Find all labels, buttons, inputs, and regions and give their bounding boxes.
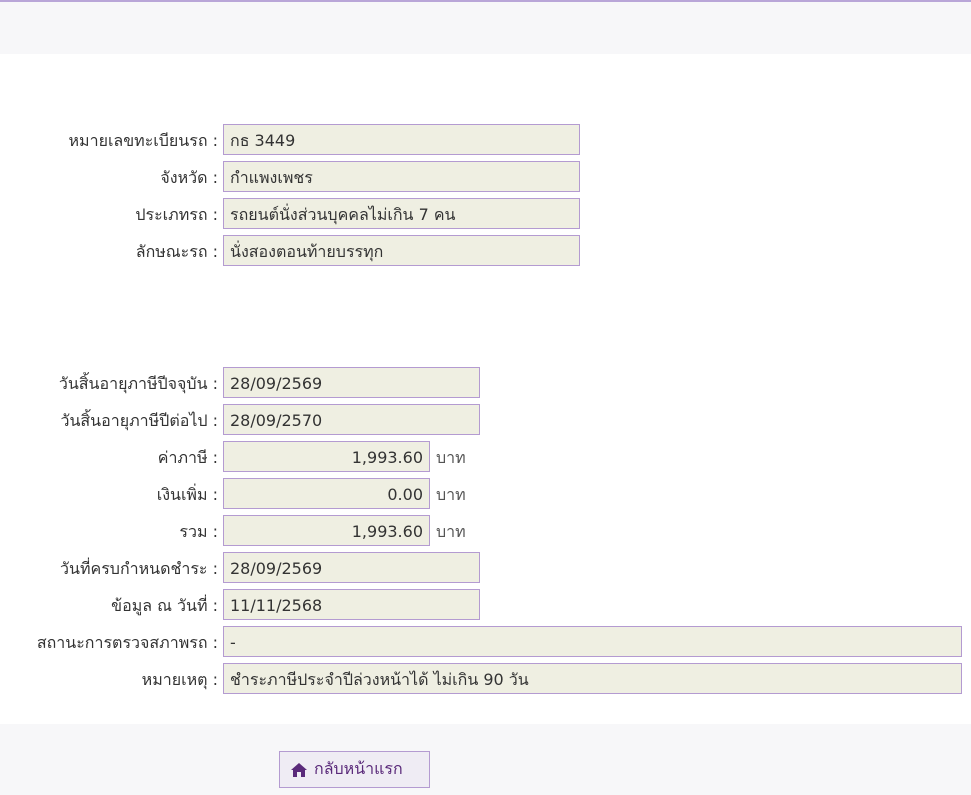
total-field: 1,993.60 (223, 515, 430, 546)
inspection-status-field: - (223, 626, 962, 657)
vehicle-style-field: นั่งสองตอนท้ายบรรทุก (223, 235, 580, 266)
current-expiry-label: วันสิ้นอายุภาษีปีจจุบัน : (58, 374, 218, 393)
vehicle-type-label: ประเภทรถ : (135, 205, 218, 224)
inspection-status-label: สถานะการตรวจสภาพรถ : (36, 633, 218, 652)
tax-fee-unit: บาท (436, 448, 466, 467)
current-expiry-field: 28/09/2569 (223, 367, 480, 398)
tax-fee-field: 1,993.60 (223, 441, 430, 472)
surcharge-label: เงินเพิ่ม : (156, 485, 218, 504)
next-expiry-field: 28/09/2570 (223, 404, 480, 435)
as-of-date-field: 11/11/2568 (223, 589, 480, 620)
plate-field: กธ 3449 (223, 124, 580, 155)
next-expiry-label: วันสิ้นอายุภาษีปีต่อไป : (60, 411, 218, 430)
note-field: ชำระภาษีประจำปีล่วงหน้าได้ ไม่เกิน 90 วั… (223, 663, 962, 694)
plate-label: หมายเลขทะเบียนรถ : (68, 131, 219, 150)
note-label: หมายเหตุ : (141, 670, 218, 689)
footer-band (0, 724, 971, 795)
vehicle-style-label: ลักษณะรถ : (135, 242, 218, 261)
due-date-field: 28/09/2569 (223, 552, 480, 583)
province-field: กำแพงเพชร (223, 161, 580, 192)
total-unit: บาท (436, 522, 466, 541)
total-label: รวม : (179, 522, 218, 541)
header-band (0, 2, 971, 54)
home-button-label: กลับหน้าแรก (314, 759, 403, 778)
home-button[interactable]: กลับหน้าแรก (279, 751, 430, 788)
home-icon (290, 762, 308, 778)
tax-fee-label: ค่าภาษี : (157, 448, 218, 467)
province-label: จังหวัด : (160, 168, 218, 187)
as-of-date-label: ข้อมูล ณ วันที่ : (111, 596, 218, 615)
due-date-label: วันที่ครบกำหนดชำระ : (60, 559, 218, 578)
surcharge-unit: บาท (436, 485, 466, 504)
surcharge-field: 0.00 (223, 478, 430, 509)
vehicle-type-field: รถยนต์นั่งส่วนบุคคลไม่เกิน 7 คน (223, 198, 580, 229)
